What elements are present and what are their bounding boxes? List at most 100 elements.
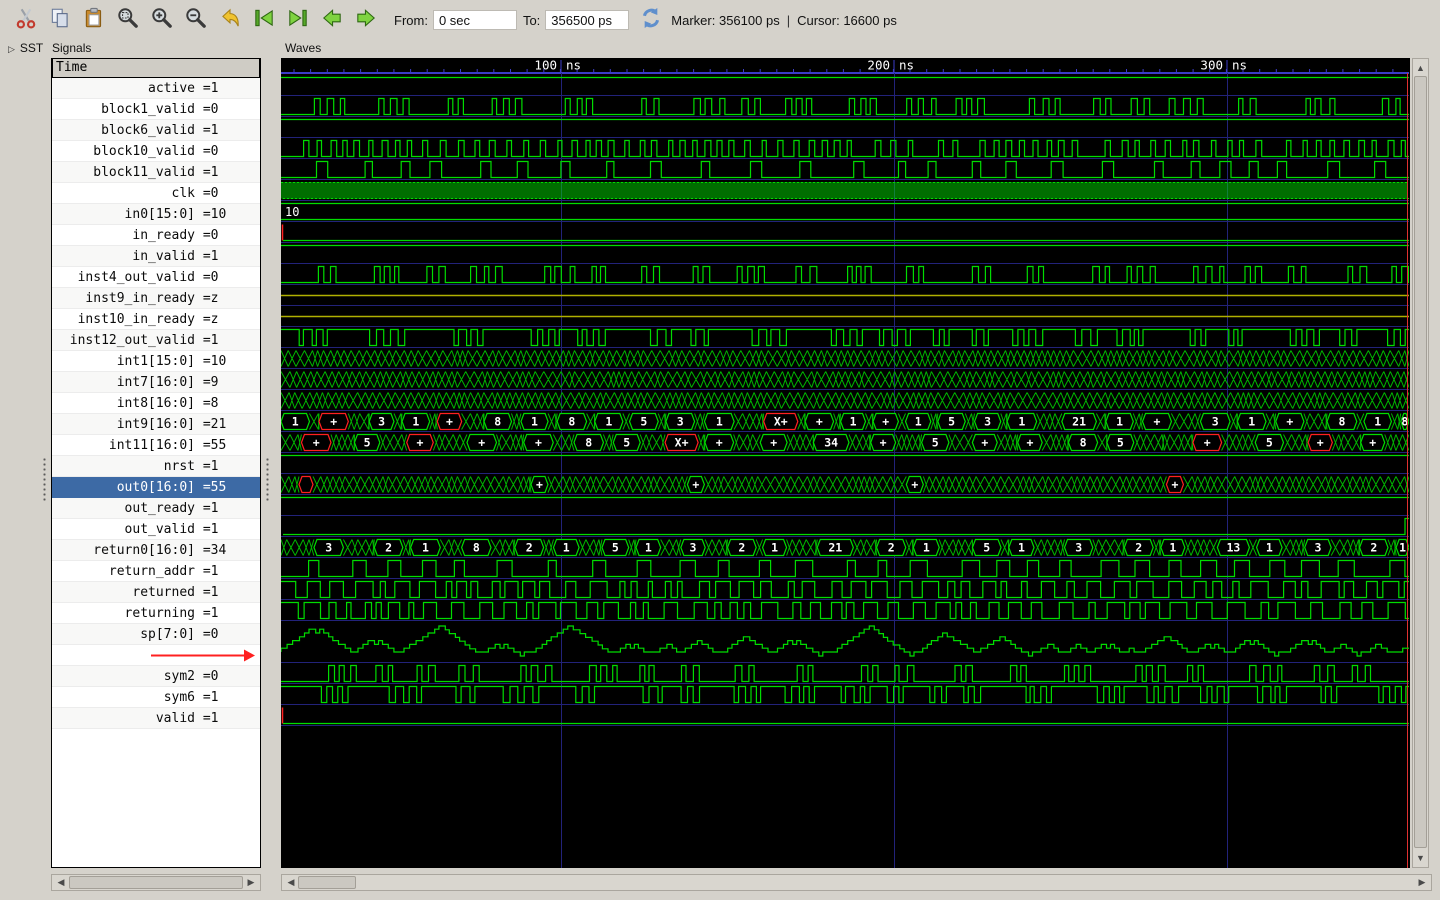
svg-text:1: 1 bbox=[1018, 541, 1025, 555]
signal-row-sym2[interactable]: sym2 =0 bbox=[52, 666, 260, 687]
signal-row-block6_valid[interactable]: block6_valid =1 bbox=[52, 120, 260, 141]
signal-row-block11_valid[interactable]: block11_valid =1 bbox=[52, 162, 260, 183]
signal-row-returned[interactable]: returned =1 bbox=[52, 582, 260, 603]
sst-tree[interactable]: ▷ SST bbox=[8, 41, 43, 55]
signals-horizontal-scrollbar[interactable]: ◀ ▶ bbox=[51, 874, 261, 891]
signal-row-block10_valid[interactable]: block10_valid =0 bbox=[52, 141, 260, 162]
wave-trace-clk[interactable] bbox=[281, 180, 1410, 201]
signals-scroll-left-button[interactable]: ◀ bbox=[54, 875, 68, 890]
signals-scroll-thumb[interactable] bbox=[69, 876, 243, 889]
signal-row-int7160[interactable]: int7[16:0] =9 bbox=[52, 372, 260, 393]
signal-row-clk[interactable]: clk =0 bbox=[52, 183, 260, 204]
waves-canvas[interactable]: 100 ns 200 ns 300 ns 10 1 +3 1 +8 1 8 1 5 3 1 X+ +1 +1 5 3 1 2… bbox=[281, 58, 1410, 868]
signal-row-inst4_out_valid[interactable]: inst4_out_valid =0 bbox=[52, 267, 260, 288]
step-left-icon[interactable] bbox=[320, 6, 344, 30]
signal-row-sym6[interactable]: sym6 =1 bbox=[52, 687, 260, 708]
signals-scroll-right-button[interactable]: ▶ bbox=[244, 875, 258, 890]
wave-trace-int9160[interactable]: 1 +3 1 +8 1 8 1 5 3 1 X+ +1 +1 5 3 1 21 1 +3 1 +8 1 8 bbox=[281, 411, 1410, 432]
wave-trace-in_valid[interactable] bbox=[281, 243, 1410, 264]
signal-row-valid[interactable]: valid =1 bbox=[52, 708, 260, 729]
wave-trace-int1150[interactable] bbox=[281, 348, 1410, 369]
wave-trace-returning[interactable] bbox=[281, 600, 1410, 621]
zoom-in-icon[interactable] bbox=[150, 6, 174, 30]
wave-trace-block1_valid[interactable] bbox=[281, 96, 1410, 117]
wave-trace-inst12_out_valid[interactable] bbox=[281, 327, 1410, 348]
wave-trace-out_valid[interactable] bbox=[281, 516, 1410, 537]
reload-icon[interactable] bbox=[639, 6, 663, 35]
paste-icon[interactable] bbox=[82, 6, 106, 30]
signal-row-in_valid[interactable]: in_valid =1 bbox=[52, 246, 260, 267]
wave-trace-block10_valid[interactable] bbox=[281, 138, 1410, 159]
signal-row-inst9_in_ready[interactable]: inst9_in_ready =z bbox=[52, 288, 260, 309]
primary-marker-line[interactable] bbox=[1407, 73, 1408, 868]
from-input[interactable] bbox=[432, 10, 517, 30]
signal-row-int11160[interactable]: int11[16:0] =55 bbox=[52, 435, 260, 456]
signal-row-int8160[interactable]: int8[16:0] =8 bbox=[52, 393, 260, 414]
signal-row-returning[interactable]: returning =1 bbox=[52, 603, 260, 624]
wave-trace-sp70[interactable] bbox=[281, 621, 1410, 663]
waves-scroll-down-button[interactable]: ▼ bbox=[1413, 851, 1428, 865]
wave-trace-active[interactable] bbox=[281, 75, 1410, 96]
waves-scroll-left-button[interactable]: ◀ bbox=[284, 875, 298, 890]
signal-row-sp70[interactable]: sp[7:0] =0 bbox=[52, 624, 260, 645]
pane-splitter-right[interactable] bbox=[264, 456, 270, 502]
signal-row-in_ready[interactable]: in_ready =0 bbox=[52, 225, 260, 246]
wave-trace-sym6[interactable] bbox=[281, 684, 1410, 705]
timeline-ruler[interactable]: 100 ns 200 ns 300 ns bbox=[281, 58, 1410, 75]
wave-trace-inst4_out_valid[interactable] bbox=[281, 264, 1410, 285]
waves-vertical-scrollbar[interactable]: ▲ ▼ bbox=[1412, 58, 1429, 868]
cut-icon[interactable] bbox=[14, 6, 38, 30]
wave-trace-inst9_in_ready[interactable] bbox=[281, 285, 1410, 306]
signal-row-return_addr[interactable]: return_addr =1 bbox=[52, 561, 260, 582]
wave-trace-nrst[interactable] bbox=[281, 453, 1410, 474]
jump-to-end-icon[interactable] bbox=[286, 6, 310, 30]
zoom-fit-icon[interactable] bbox=[116, 6, 140, 30]
wave-trace-inst10_in_ready[interactable] bbox=[281, 306, 1410, 327]
svg-text:X+: X+ bbox=[774, 415, 788, 429]
signal-row-out_valid[interactable]: out_valid =1 bbox=[52, 519, 260, 540]
sst-expander-icon[interactable]: ▷ bbox=[8, 44, 15, 54]
time-column-header[interactable]: Time bbox=[52, 59, 260, 78]
wave-trace-returned[interactable] bbox=[281, 579, 1410, 600]
waves-vertical-thumb[interactable] bbox=[1414, 76, 1427, 848]
waves-horizontal-scrollbar[interactable]: ◀ ▶ bbox=[281, 874, 1432, 891]
waves-scroll-thumb[interactable] bbox=[298, 876, 356, 889]
signal-row-active[interactable]: active =1 bbox=[52, 78, 260, 99]
signal-row-inst12_out_valid[interactable]: inst12_out_valid =1 bbox=[52, 330, 260, 351]
zoom-out-icon[interactable] bbox=[184, 6, 208, 30]
signal-row-int9160[interactable]: int9[16:0] =21 bbox=[52, 414, 260, 435]
signal-row-inst10_in_ready[interactable]: inst10_in_ready =z bbox=[52, 309, 260, 330]
step-right-icon[interactable] bbox=[354, 6, 378, 30]
wave-trace-in_ready[interactable] bbox=[281, 222, 1410, 243]
waves-scroll-up-button[interactable]: ▲ bbox=[1413, 61, 1428, 75]
wave-trace-out0160[interactable]: + + + + bbox=[281, 474, 1410, 495]
wave-trace-int11160[interactable]: +5 + + +8 5 X+ + +34 +5 + +8 5 +5 + + bbox=[281, 432, 1410, 453]
wave-trace-int8160[interactable] bbox=[281, 390, 1410, 411]
svg-text:+: + bbox=[880, 436, 887, 450]
wave-trace-block6_valid[interactable] bbox=[281, 117, 1410, 138]
signal-row-out_ready[interactable]: out_ready =1 bbox=[52, 498, 260, 519]
wave-trace-sym2[interactable] bbox=[281, 663, 1410, 684]
svg-text:1: 1 bbox=[716, 415, 723, 429]
status-separator: | bbox=[786, 12, 791, 28]
wave-trace-block11_valid[interactable] bbox=[281, 159, 1410, 180]
signal-row-block1_valid[interactable]: block1_valid =0 bbox=[52, 99, 260, 120]
signal-row-nrst[interactable]: nrst =1 bbox=[52, 456, 260, 477]
to-input[interactable] bbox=[545, 10, 630, 30]
copy-icon[interactable] bbox=[48, 6, 72, 30]
jump-to-start-icon[interactable] bbox=[252, 6, 276, 30]
signal-row-return0160[interactable]: return0[16:0] =34 bbox=[52, 540, 260, 561]
waves-scroll-right-button[interactable]: ▶ bbox=[1415, 875, 1429, 890]
wave-trace-return0160[interactable]: 3 2 1 8 2 1 5 1 3 2 1 21 2 1 5 1 3 2 1 13 1 3 2 1 bbox=[281, 537, 1410, 558]
wave-trace-return_addr[interactable] bbox=[281, 558, 1410, 579]
wave-trace-valid[interactable] bbox=[281, 705, 1410, 726]
signal-row-out0160[interactable]: out0[16:0] =55 bbox=[52, 477, 260, 498]
signal-row-int1150[interactable]: int1[15:0] =10 bbox=[52, 351, 260, 372]
wave-trace-out_ready[interactable] bbox=[281, 495, 1410, 516]
wave-trace-int7160[interactable] bbox=[281, 369, 1410, 390]
signal-row-in0150[interactable]: in0[15:0] =10 bbox=[52, 204, 260, 225]
pane-splitter-left[interactable] bbox=[41, 456, 47, 502]
svg-text:1: 1 bbox=[1399, 541, 1406, 555]
undo-icon[interactable] bbox=[218, 6, 242, 30]
wave-trace-in0150[interactable]: 10 bbox=[281, 201, 1410, 222]
